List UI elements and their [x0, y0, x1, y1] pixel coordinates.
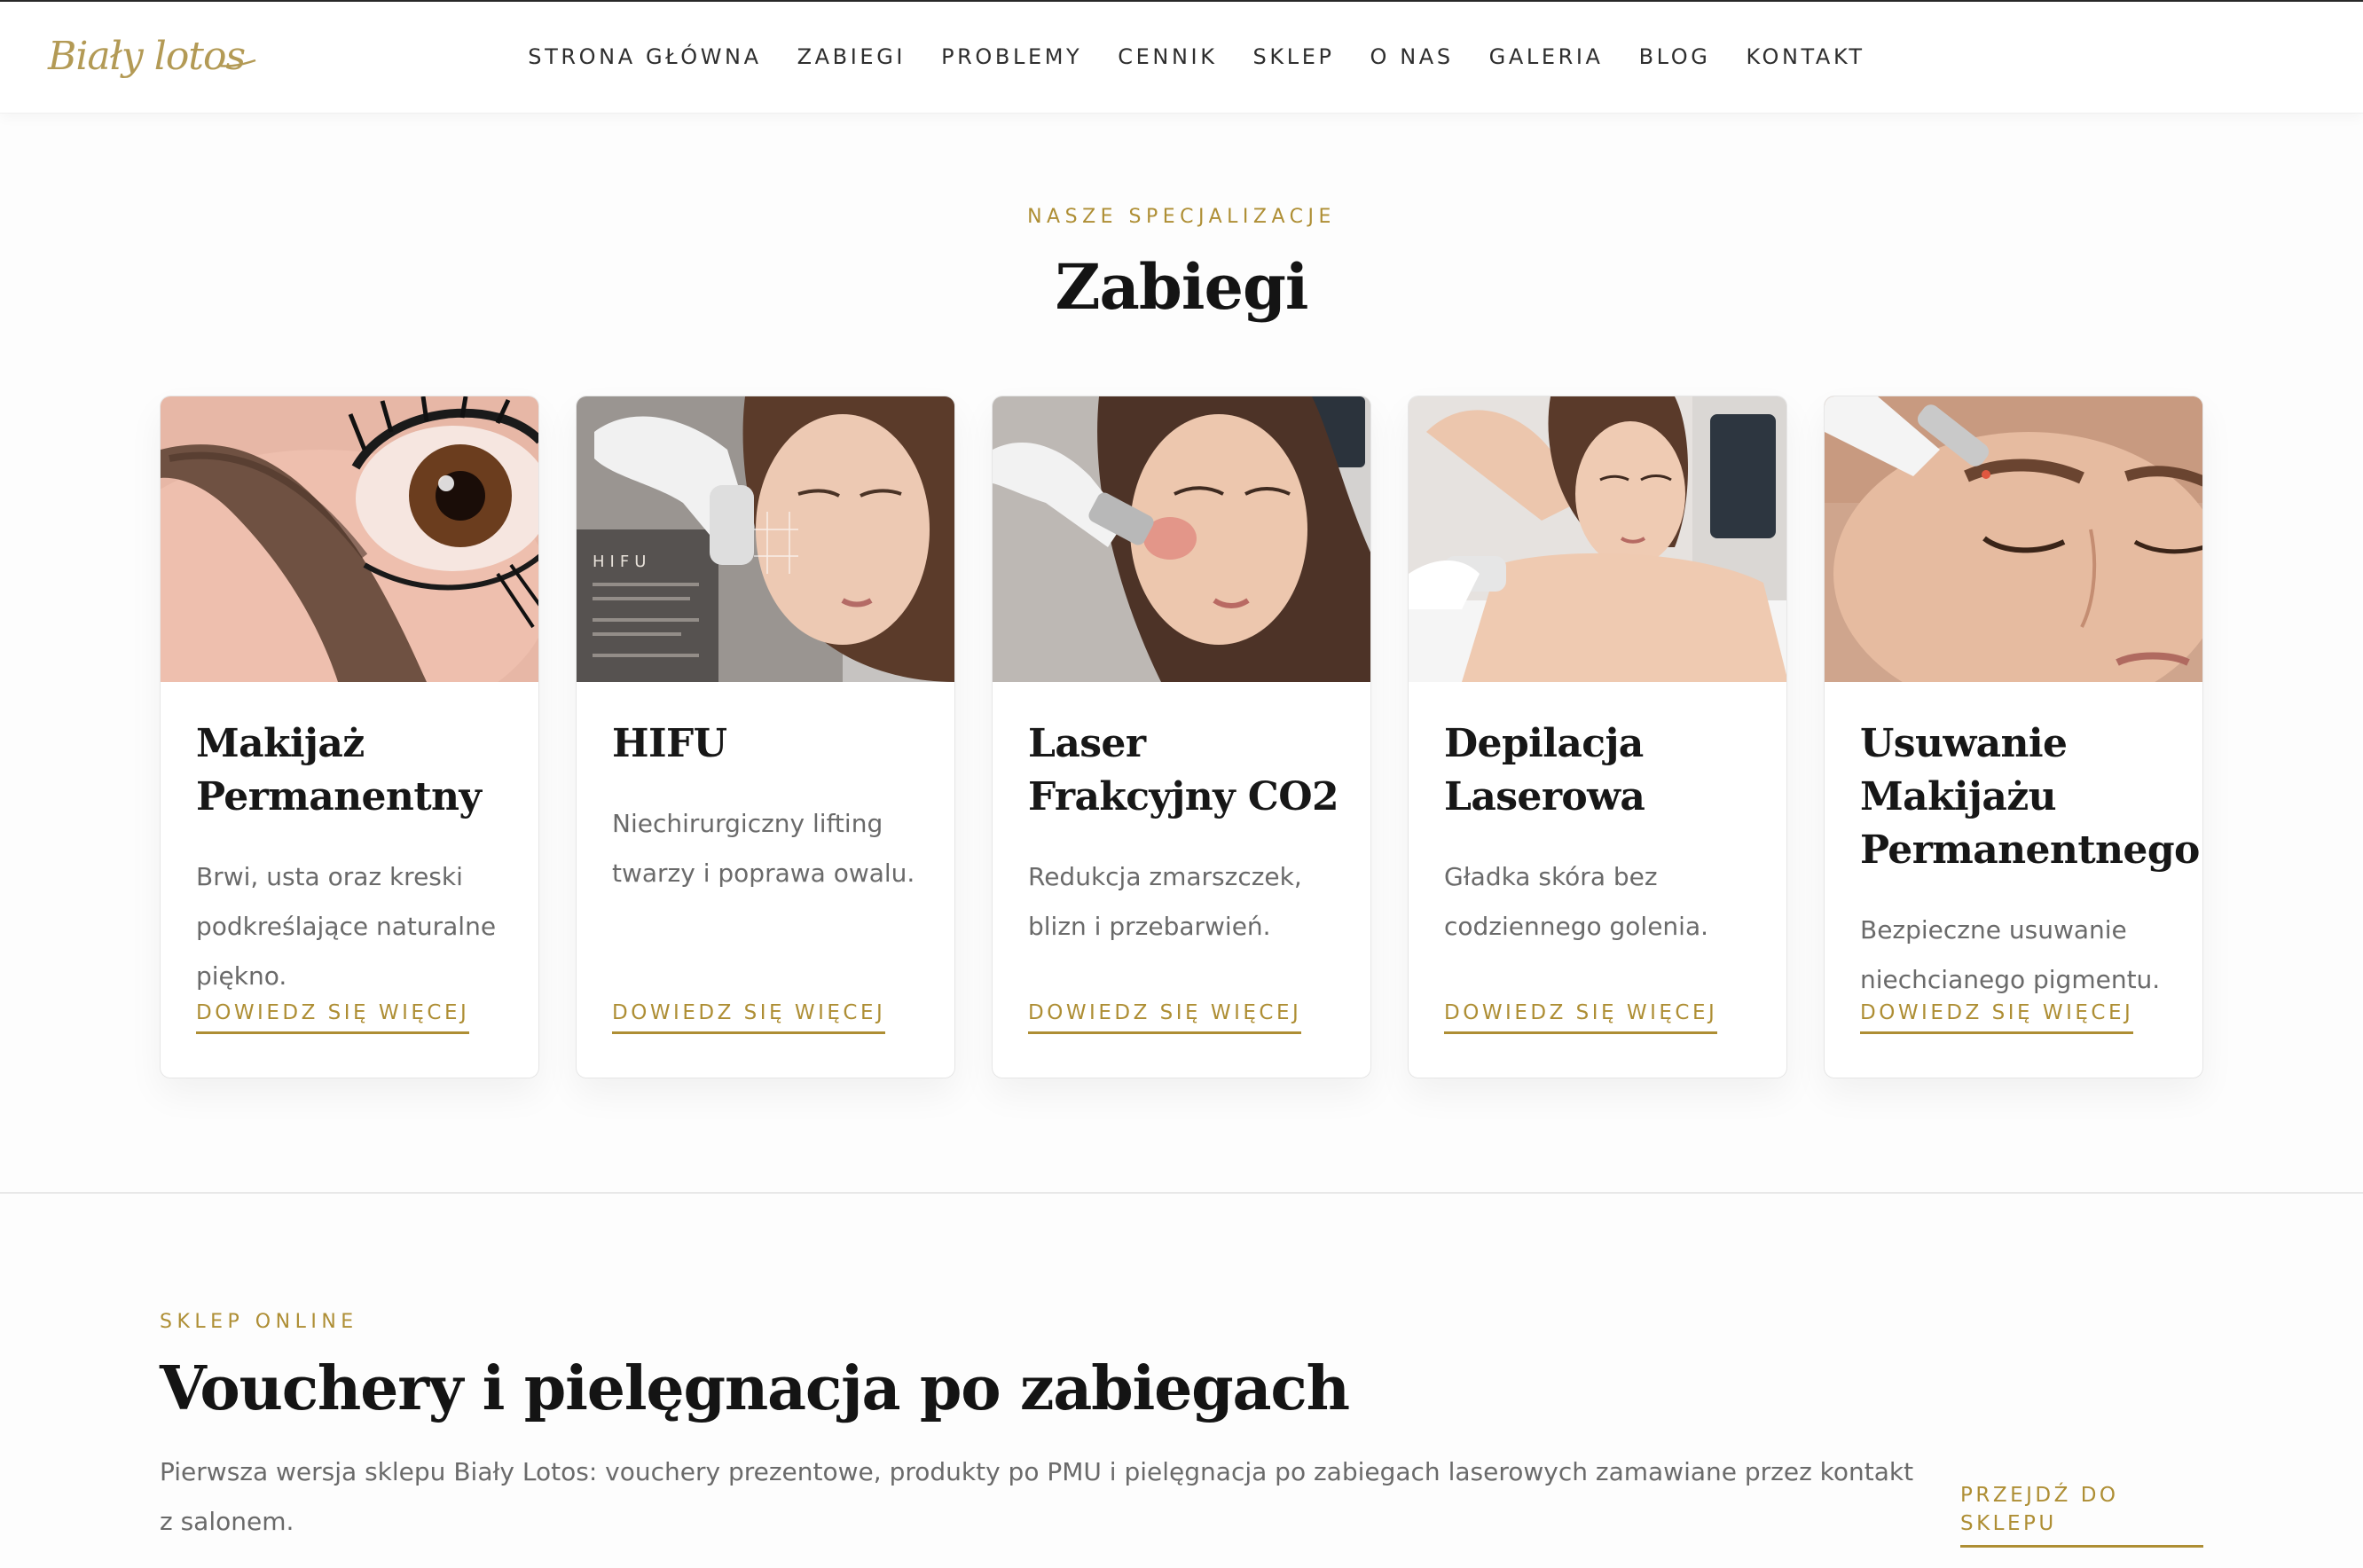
- card-title: HIFU: [612, 721, 727, 766]
- laser-hair-removal-photo: [1409, 396, 1786, 682]
- nav-blog[interactable]: BLOG: [1639, 44, 1711, 69]
- nav-problems[interactable]: PROBLEMY: [941, 44, 1082, 69]
- card-title: Laser Frakcyjny CO2: [1028, 721, 1339, 819]
- treatment-cards: Makijaż Permanentny Brwi, usta oraz kres…: [160, 396, 2203, 1078]
- co2-laser-photo: [993, 396, 1370, 682]
- nav-shop[interactable]: SKLEP: [1253, 44, 1335, 69]
- nav-treatments[interactable]: ZABIEGI: [797, 44, 906, 69]
- nav-gallery[interactable]: GALERIA: [1489, 44, 1604, 69]
- treatments-title: Zabiegi: [1055, 250, 1308, 324]
- nav-pricing[interactable]: CENNIK: [1118, 44, 1217, 69]
- hifu-treatment-photo: HIFU: [577, 396, 954, 682]
- shop-eyebrow: SKLEP ONLINE: [160, 1311, 358, 1333]
- treatment-card[interactable]: Usuwanie Makijażu Permanentnego Bezpiecz…: [1824, 396, 2203, 1078]
- card-description: Redukcja zmarszczek, blizn i przebarwień…: [1028, 862, 1302, 941]
- treatment-card[interactable]: Laser Frakcyjny CO2 Redukcja zmarszczek,…: [992, 396, 1371, 1078]
- learn-more-link[interactable]: DOWIEDZ SIĘ WIĘCEJ: [612, 1001, 886, 1034]
- nav-about[interactable]: O NAS: [1370, 44, 1454, 69]
- card-title: Usuwanie Makijażu Permanentnego: [1860, 721, 2200, 873]
- card-description: Gładka skóra bez codziennego golenia.: [1444, 862, 1709, 941]
- section-divider: [0, 1192, 2363, 1194]
- learn-more-link[interactable]: DOWIEDZ SIĘ WIĘCEJ: [196, 1001, 470, 1034]
- nav-home[interactable]: STRONA GŁÓWNA: [528, 44, 761, 69]
- treatment-card[interactable]: Depilacja Laserowa Gładka skóra bez codz…: [1408, 396, 1787, 1078]
- card-description: Bezpieczne usuwanie niechcianego pigment…: [1860, 915, 2161, 994]
- treatment-card[interactable]: Makijaż Permanentny Brwi, usta oraz kres…: [160, 396, 539, 1078]
- go-to-shop-link[interactable]: PRZEJDŹ DO SKLEPU: [1960, 1481, 2203, 1548]
- site-header: Biały lotos STRONA GŁÓWNA ZABIEGI PROBLE…: [0, 2, 2363, 114]
- shop-title: Vouchery i pielęgnacja po zabiegach: [160, 1353, 1350, 1424]
- shop-description: Pierwsza wersja sklepu Biały Lotos: vouc…: [160, 1457, 1914, 1536]
- nav-contact[interactable]: KONTAKT: [1746, 44, 1864, 69]
- learn-more-link[interactable]: DOWIEDZ SIĘ WIĘCEJ: [1444, 1001, 1718, 1034]
- pigment-removal-photo: [1825, 396, 2202, 682]
- learn-more-link[interactable]: DOWIEDZ SIĘ WIĘCEJ: [1860, 1001, 2134, 1034]
- card-description: Niechirurgiczny lifting twarzy i poprawa…: [612, 809, 915, 888]
- learn-more-link[interactable]: DOWIEDZ SIĘ WIĘCEJ: [1028, 1001, 1302, 1034]
- card-title: Depilacja Laserowa: [1444, 721, 1645, 819]
- svg-text:HIFU: HIFU: [593, 553, 651, 571]
- treatments-eyebrow: NASZE SPECJALIZACJE: [1027, 206, 1336, 228]
- treatment-card[interactable]: HIFU HIFU Niechirurgiczny lifting twarzy…: [576, 396, 955, 1078]
- eyebrow-closeup-photo: [161, 396, 538, 682]
- card-description: Brwi, usta oraz kreski podkreślające nat…: [196, 862, 497, 991]
- card-title: Makijaż Permanentny: [196, 721, 482, 819]
- main-nav: STRONA GŁÓWNA ZABIEGI PROBLEMY CENNIK SK…: [0, 44, 2363, 69]
